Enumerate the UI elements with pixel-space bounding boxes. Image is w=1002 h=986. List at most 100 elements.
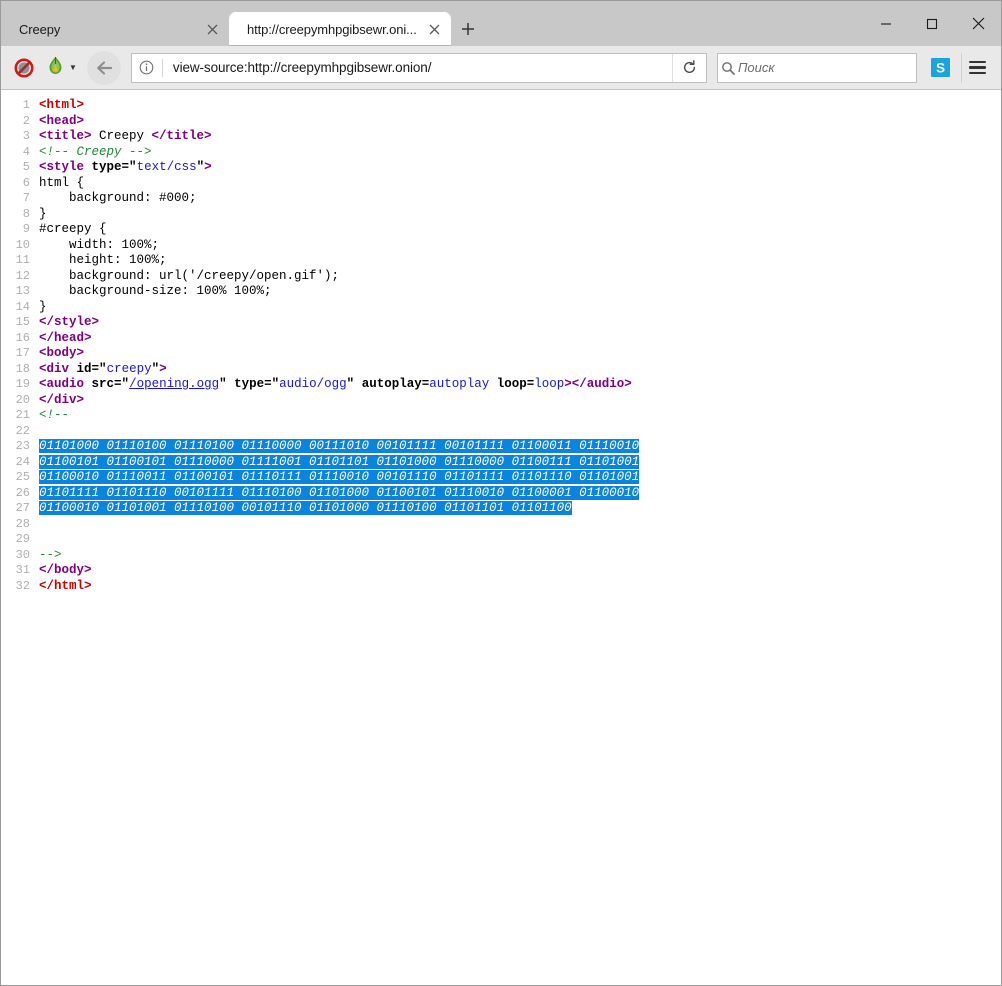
reload-icon[interactable] (672, 54, 706, 82)
code-line: 4<!-- Creepy --> (1, 145, 1001, 161)
hamburger-menu-icon[interactable] (961, 53, 993, 83)
token-plain: #creepy { (39, 222, 107, 236)
tab-creepy[interactable]: Creepy (1, 12, 229, 46)
code-text: height: 100%; (39, 253, 1001, 269)
search-icon (718, 61, 738, 75)
line-number: 21 (1, 408, 39, 424)
code-line: 2<head> (1, 114, 1001, 130)
token-plain (227, 377, 235, 391)
code-line: 13 background-size: 100% 100%; (1, 284, 1001, 300)
token-tag: <style (39, 160, 84, 174)
tor-onion-button[interactable]: ▼ (45, 55, 77, 81)
code-line: 6html { (1, 176, 1001, 192)
line-number: 31 (1, 563, 39, 579)
code-line: 32</html> (1, 579, 1001, 595)
page-info-icon[interactable] (132, 54, 162, 82)
token-sel: 01100010 01110011 01100101 01110111 0111… (39, 470, 639, 484)
code-line: 31</body> (1, 563, 1001, 579)
token-tag: <title> (39, 129, 92, 143)
code-text: <style type="text/css"> (39, 160, 1001, 176)
token-comment: --> (39, 548, 62, 562)
token-plain: Creepy (92, 129, 152, 143)
tor-onion-icon (45, 55, 66, 81)
code-text: html { (39, 176, 1001, 192)
code-line: 2701100010 01101001 01110100 00101110 01… (1, 501, 1001, 517)
code-text (39, 517, 1001, 533)
search-bar[interactable] (717, 53, 917, 83)
code-text: <!-- Creepy --> (39, 145, 1001, 161)
navigation-toolbar: ▼ view-source:http://creepymhpgibsewr.on… (1, 46, 1001, 90)
line-number: 10 (1, 238, 39, 254)
line-number: 12 (1, 269, 39, 285)
tab-source-view[interactable]: http://creepymhpgibsewr.oni... (229, 12, 451, 46)
line-number: 32 (1, 579, 39, 595)
code-text: </body> (39, 563, 1001, 579)
token-tag: <audio (39, 377, 84, 391)
tab-label: Creepy (19, 22, 201, 37)
code-line: 2501100010 01110011 01100101 01110111 01… (1, 470, 1001, 486)
token-comment: <!-- Creepy --> (39, 145, 152, 159)
close-icon[interactable] (201, 18, 223, 40)
window-controls (863, 1, 1001, 46)
code-text: </html> (39, 579, 1001, 595)
url-bar[interactable]: view-source:http://creepymhpgibsewr.onio… (131, 53, 707, 83)
code-text: <!-- (39, 408, 1001, 424)
token-val: loop (534, 377, 564, 391)
close-icon[interactable] (423, 18, 445, 40)
token-sel: 01101000 01110100 01110100 01110000 0011… (39, 439, 639, 453)
code-line: 15</style> (1, 315, 1001, 331)
line-number: 18 (1, 362, 39, 378)
code-text-selected: 01101000 01110100 01110100 01110000 0011… (39, 439, 1001, 455)
token-plain: html { (39, 176, 84, 190)
code-line: 20</div> (1, 393, 1001, 409)
line-number: 1 (1, 98, 39, 114)
token-tag: > (159, 362, 167, 376)
code-text: width: 100%; (39, 238, 1001, 254)
token-plain (84, 377, 92, 391)
token-plain: background: url('/creepy/open.gif'); (39, 269, 339, 283)
code-text: <div id="creepy"> (39, 362, 1001, 378)
token-val: audio/ogg (279, 377, 347, 391)
token-tag: </style> (39, 315, 99, 329)
line-number: 27 (1, 501, 39, 517)
code-line: 19<audio src="/opening.ogg" type="audio/… (1, 377, 1001, 393)
code-line: 3<title> Creepy </title> (1, 129, 1001, 145)
token-plain: } (39, 300, 47, 314)
line-number: 17 (1, 346, 39, 362)
line-number: 4 (1, 145, 39, 161)
code-text: } (39, 207, 1001, 223)
code-line: 29 (1, 532, 1001, 548)
code-line: 21<!-- (1, 408, 1001, 424)
code-text (39, 532, 1001, 548)
token-tag: </body> (39, 563, 92, 577)
code-line: 2601101111 01101110 00101111 01110100 01… (1, 486, 1001, 502)
token-tag: <div (39, 362, 69, 376)
line-number: 15 (1, 315, 39, 331)
token-link[interactable]: /opening.ogg (129, 377, 219, 391)
code-line: 28 (1, 517, 1001, 533)
tab-strip: Creepy http://creepymhpgibsewr.oni... (1, 1, 1001, 46)
code-line: 12 background: url('/creepy/open.gif'); (1, 269, 1001, 285)
url-text[interactable]: view-source:http://creepymhpgibsewr.onio… (163, 60, 672, 75)
token-tag: </title> (152, 129, 212, 143)
new-tab-button[interactable] (451, 12, 485, 46)
skype-icon[interactable]: S (925, 53, 955, 83)
code-text: <audio src="/opening.ogg" type="audio/og… (39, 377, 1001, 393)
back-button[interactable] (87, 51, 121, 85)
line-number: 14 (1, 300, 39, 316)
minimize-icon[interactable] (863, 9, 909, 39)
token-plain (84, 160, 92, 174)
source-code-view[interactable]: 1<html>2<head>3<title> Creepy </title>4<… (1, 90, 1001, 985)
line-number: 5 (1, 160, 39, 176)
token-attr: " (129, 160, 137, 174)
close-window-icon[interactable] (955, 9, 1001, 39)
noscript-icon[interactable] (9, 53, 39, 83)
search-input[interactable] (738, 60, 916, 75)
back-arrow-icon (95, 59, 113, 77)
code-line: 2301101000 01110100 01110100 01110000 00… (1, 439, 1001, 455)
token-attr: id= (77, 362, 100, 376)
token-sel: 01101111 01101110 00101111 01110100 0110… (39, 486, 639, 500)
token-tag: <body> (39, 346, 84, 360)
maximize-icon[interactable] (909, 9, 955, 39)
chevron-down-icon[interactable]: ▼ (69, 64, 77, 72)
